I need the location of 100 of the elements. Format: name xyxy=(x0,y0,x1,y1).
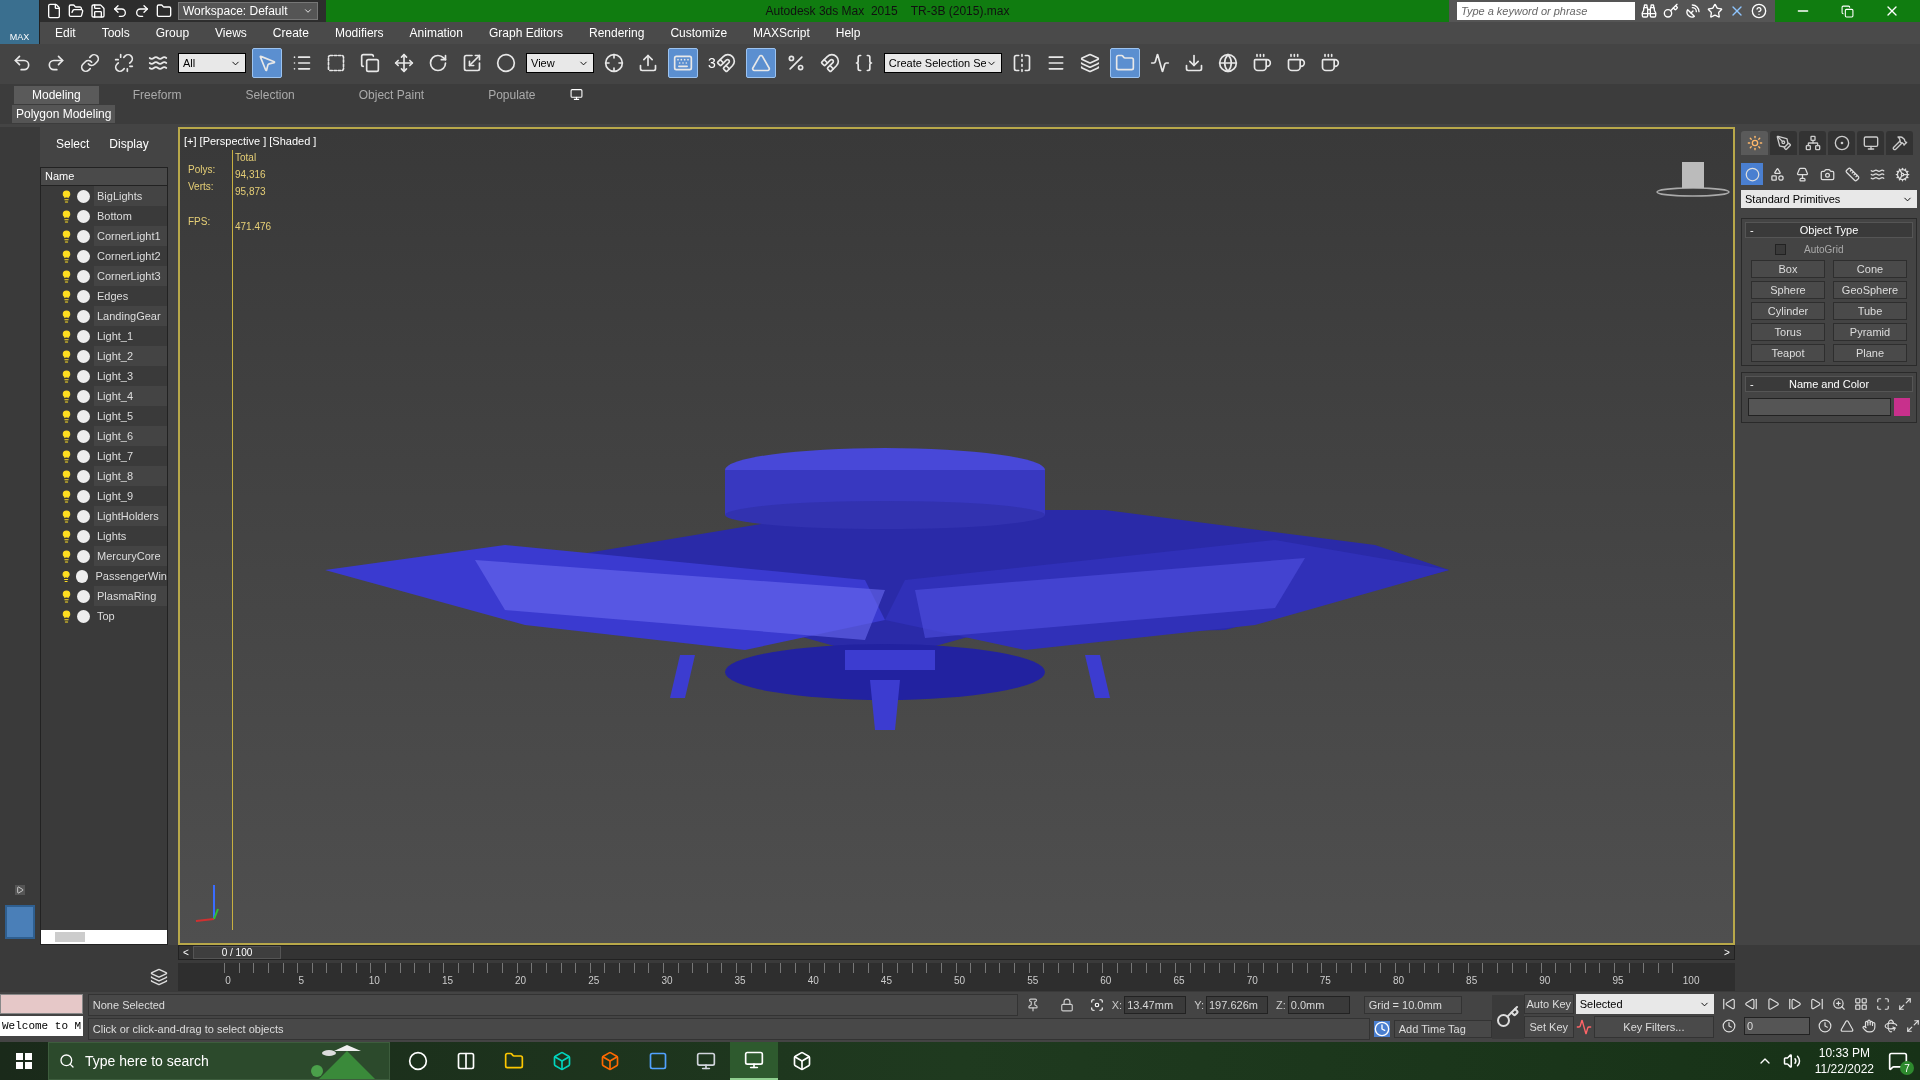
hierarchy-icon[interactable] xyxy=(1804,135,1821,151)
play-icon[interactable] xyxy=(1766,997,1780,1011)
sun-icon[interactable] xyxy=(1746,135,1763,151)
primitive-button[interactable]: Torus xyxy=(1751,323,1825,341)
lightbulb-icon[interactable] xyxy=(60,229,73,243)
key-filters-button[interactable]: Key Filters... xyxy=(1593,1016,1714,1038)
set-key-button[interactable]: Set Key xyxy=(1523,1016,1574,1038)
monitor-icon[interactable] xyxy=(744,1050,764,1070)
previous-frame-icon[interactable] xyxy=(1744,997,1758,1011)
add-time-tag[interactable]: Add Time Tag xyxy=(1393,1020,1492,1038)
undo-icon[interactable] xyxy=(112,3,128,19)
crosshair-icon[interactable] xyxy=(604,53,624,73)
link-icon[interactable] xyxy=(80,53,100,73)
category-dropdown[interactable]: Standard Primitives xyxy=(1741,190,1917,208)
maximize-icon[interactable] xyxy=(1906,1019,1920,1033)
viewcube-drawing[interactable] xyxy=(1656,159,1730,200)
coordinate-field[interactable]: 0.0mm xyxy=(1287,996,1350,1014)
save-icon[interactable] xyxy=(90,3,106,19)
lightbulb-icon[interactable] xyxy=(60,529,73,543)
upload-icon[interactable] xyxy=(638,53,658,73)
menu-item[interactable]: Views xyxy=(215,24,247,42)
tree-item[interactable]: CornerLight1 xyxy=(94,226,167,246)
taskbar-search-field[interactable]: Type here to search xyxy=(48,1042,390,1080)
windows-logo-icon[interactable] xyxy=(16,1053,32,1069)
notifications-icon[interactable] xyxy=(1888,1051,1908,1071)
star-icon[interactable] xyxy=(1707,3,1723,19)
autogrid-checkbox[interactable] xyxy=(1775,243,1786,255)
restore-icon[interactable] xyxy=(1841,4,1854,18)
scale-icon[interactable] xyxy=(462,53,482,73)
lightbulb-icon[interactable] xyxy=(60,509,73,523)
list-icon[interactable] xyxy=(292,53,312,73)
mirror-icon[interactable] xyxy=(1011,53,1032,73)
download-icon[interactable] xyxy=(1183,53,1204,73)
go-to-start-icon[interactable] xyxy=(1722,997,1736,1011)
tree-item[interactable]: LandingGear xyxy=(94,306,167,326)
rollout-header[interactable]: - Object Type xyxy=(1745,222,1913,238)
pan-icon[interactable] xyxy=(1862,1019,1876,1033)
tree-item[interactable]: Light_2 xyxy=(94,346,167,366)
key-curve-icon[interactable] xyxy=(1575,1019,1592,1035)
lightbulb-icon[interactable] xyxy=(60,609,73,623)
app-menu-button[interactable]: MAX xyxy=(0,0,40,44)
color-swatch[interactable] xyxy=(1894,398,1910,416)
primitive-button[interactable]: Plane xyxy=(1833,344,1907,362)
primitive-button[interactable]: Teapot xyxy=(1751,344,1825,362)
lightbulb-icon[interactable] xyxy=(60,209,73,223)
time-slider-thumb[interactable]: 0 / 100 xyxy=(193,946,281,959)
primitive-button[interactable]: Tube xyxy=(1833,302,1907,320)
pen-icon[interactable] xyxy=(1775,135,1792,151)
shapes-icon[interactable] xyxy=(1769,166,1785,182)
rollout-header[interactable]: - Name and Color xyxy=(1745,376,1913,392)
menu-item[interactable]: Help xyxy=(835,24,861,42)
undo-icon[interactable] xyxy=(12,53,32,73)
lightbulb-icon[interactable] xyxy=(60,189,73,203)
menu-item[interactable]: Edit xyxy=(55,24,76,42)
lightbulb-icon[interactable] xyxy=(60,289,73,303)
ribbon-tab[interactable]: Freeform xyxy=(102,86,212,104)
primitive-button[interactable]: Pyramid xyxy=(1833,323,1907,341)
maxscript-output[interactable]: Welcome to M xyxy=(0,1016,84,1036)
lightbulb-icon[interactable] xyxy=(60,269,73,283)
move-icon[interactable] xyxy=(394,53,414,73)
lightbulb-icon[interactable] xyxy=(60,429,73,443)
tree-item[interactable]: CornerLight3 xyxy=(94,266,167,286)
zoom-extents-icon[interactable] xyxy=(1876,997,1890,1011)
menu-item[interactable]: Rendering xyxy=(589,24,645,42)
name-field[interactable] xyxy=(1748,398,1891,416)
cube-icon[interactable] xyxy=(792,1051,812,1071)
time-config-icon[interactable] xyxy=(1722,1019,1736,1033)
binoculars-icon[interactable] xyxy=(1641,3,1657,19)
tree-item[interactable]: Light_6 xyxy=(94,426,167,446)
primitive-button[interactable]: Cone xyxy=(1833,260,1907,278)
orbit-icon[interactable] xyxy=(1884,1019,1898,1033)
lightbulb-icon[interactable] xyxy=(60,309,73,323)
track-bar[interactable]: 0 5 10 15 20 25 30 35 40 45 50 55 60 65 70 75 80 85 90 95 100 xyxy=(178,963,1735,991)
maximize-icon[interactable] xyxy=(1898,997,1912,1011)
wave-icon[interactable] xyxy=(148,53,168,73)
folder-icon[interactable] xyxy=(504,1051,524,1071)
window-icon[interactable] xyxy=(648,1051,668,1071)
pin-icon[interactable] xyxy=(1025,998,1040,1012)
monitor-icon[interactable] xyxy=(1862,135,1879,151)
magnet-icon[interactable] xyxy=(715,53,736,73)
dashed-square-icon[interactable] xyxy=(326,53,346,73)
previous-frame-button[interactable]: < xyxy=(179,945,193,960)
frame-field[interactable]: 0 xyxy=(1744,1017,1810,1035)
next-frame-icon[interactable] xyxy=(1788,997,1802,1011)
layers-icon[interactable] xyxy=(1079,53,1100,73)
primitive-button[interactable]: Sphere xyxy=(1751,281,1825,299)
lightbulb-icon[interactable] xyxy=(60,469,73,483)
clock-icon[interactable] xyxy=(1818,1019,1832,1033)
tree-item[interactable]: PlasmaRing xyxy=(94,586,167,606)
rotate-icon[interactable] xyxy=(428,53,448,73)
lightbulb-icon[interactable] xyxy=(60,549,73,563)
next-frame-button[interactable]: > xyxy=(1720,945,1734,960)
globe-icon[interactable] xyxy=(1217,53,1238,73)
lightbulb-icon[interactable] xyxy=(60,569,73,583)
project-folder-icon[interactable] xyxy=(156,3,172,19)
volume-icon[interactable] xyxy=(1782,1052,1801,1070)
target-icon[interactable] xyxy=(1833,135,1850,151)
viewport[interactable]: [+] [Perspective ] [Shaded ] Polys: Verts: FPS: Total 94,316 95,873 471.476 xyxy=(178,127,1735,945)
angle-snap-icon[interactable] xyxy=(750,53,771,73)
ribbon-panel-label[interactable]: Polygon Modeling xyxy=(12,105,116,123)
